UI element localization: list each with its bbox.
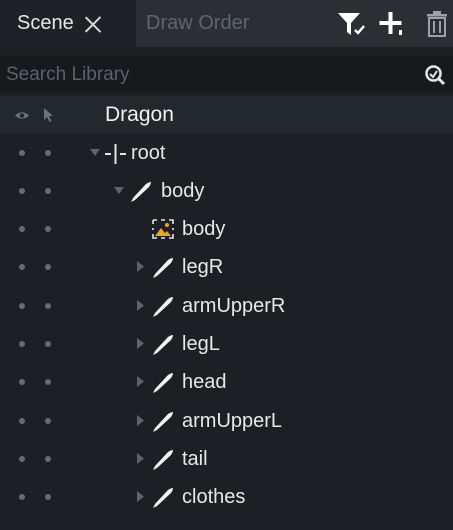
bone-label-root: root [131,142,166,164]
visibility-dot[interactable] [19,303,25,309]
cursor-icon[interactable] [42,107,54,123]
visibility-dot[interactable] [19,418,25,424]
eye-icon[interactable] [14,110,30,121]
select-dot[interactable] [45,303,51,309]
select-dot[interactable] [45,494,51,500]
search-bar [0,56,453,94]
tab-scene[interactable]: Scene [0,0,136,47]
trash-icon[interactable] [426,11,448,37]
search-icon[interactable] [424,64,446,86]
bone-icon [153,488,173,508]
visibility-dot[interactable] [19,226,25,232]
search-input[interactable] [4,56,418,94]
skeleton-name: Dragon [105,103,174,126]
chevron-down-icon[interactable] [114,187,124,195]
bone-label-armUpperR: armUpperR [182,295,286,317]
bone-icon [153,258,173,278]
visibility-dot[interactable] [19,264,25,270]
chevron-right-icon[interactable] [137,338,144,349]
chevron-right-icon[interactable] [137,491,144,502]
bone-icon [153,450,173,470]
tree-row-armUpperR[interactable]: armUpperR [0,287,453,325]
select-dot[interactable] [45,226,51,232]
visibility-dot[interactable] [19,494,25,500]
tree-row-legR[interactable]: legR [0,248,453,286]
bone-icon [153,373,173,393]
bone-label-armUpperL: armUpperL [182,410,283,432]
filter-icon[interactable] [336,11,366,37]
tab-bar: Scene Draw Order [0,0,453,47]
tree-row-clothes[interactable]: clothes [0,478,453,516]
chevron-right-icon[interactable] [137,453,144,464]
chevron-right-icon[interactable] [137,261,144,272]
bone-label-body: body [161,180,205,202]
tab-draw-order[interactable]: Draw Order [146,0,249,47]
root-icon [105,144,126,164]
add-icon[interactable] [378,11,406,37]
tree-row-body-attachment[interactable]: body [0,210,453,248]
bone-label-clothes: clothes [182,486,246,508]
chevron-right-icon[interactable] [137,376,144,387]
attachment-label-body: body [182,218,226,240]
select-dot[interactable] [45,150,51,156]
bone-label-legR: legR [182,256,224,278]
select-dot[interactable] [45,379,51,385]
tree-row-root[interactable]: root [0,134,453,172]
bone-icon [131,182,151,202]
tree-row-head[interactable]: head [0,363,453,401]
tree-row-tail[interactable]: tail [0,440,453,478]
bone-label-tail: tail [182,448,208,470]
tree-panel: Scene Draw Order Search Library Dragon r… [0,0,453,530]
bone-icon [153,297,173,317]
chevron-right-icon[interactable] [137,415,144,426]
tree-row-skeleton[interactable]: Dragon [0,96,453,134]
tree-row-legL[interactable]: legL [0,325,453,363]
bone-icon [153,335,173,355]
tab-draw-order-label: Draw Order [146,12,250,34]
tree-row-armUpperL[interactable]: armUpperL [0,402,453,440]
select-dot[interactable] [45,418,51,424]
chevron-right-icon[interactable] [137,300,144,311]
chevron-down-icon[interactable] [90,149,100,157]
select-dot[interactable] [45,341,51,347]
bone-label-legL: legL [182,333,220,355]
select-dot[interactable] [45,456,51,462]
bone-label-head: head [182,371,227,393]
visibility-dot[interactable] [19,341,25,347]
visibility-dot[interactable] [19,188,25,194]
close-icon[interactable] [84,15,102,33]
visibility-dot[interactable] [19,150,25,156]
visibility-dot[interactable] [19,456,25,462]
select-dot[interactable] [45,188,51,194]
visibility-dot[interactable] [19,379,25,385]
tree-row-body-bone[interactable]: body [0,172,453,210]
tab-scene-label: Scene [17,12,74,34]
bone-icon [153,412,173,432]
image-icon [152,219,174,239]
select-dot[interactable] [45,264,51,270]
